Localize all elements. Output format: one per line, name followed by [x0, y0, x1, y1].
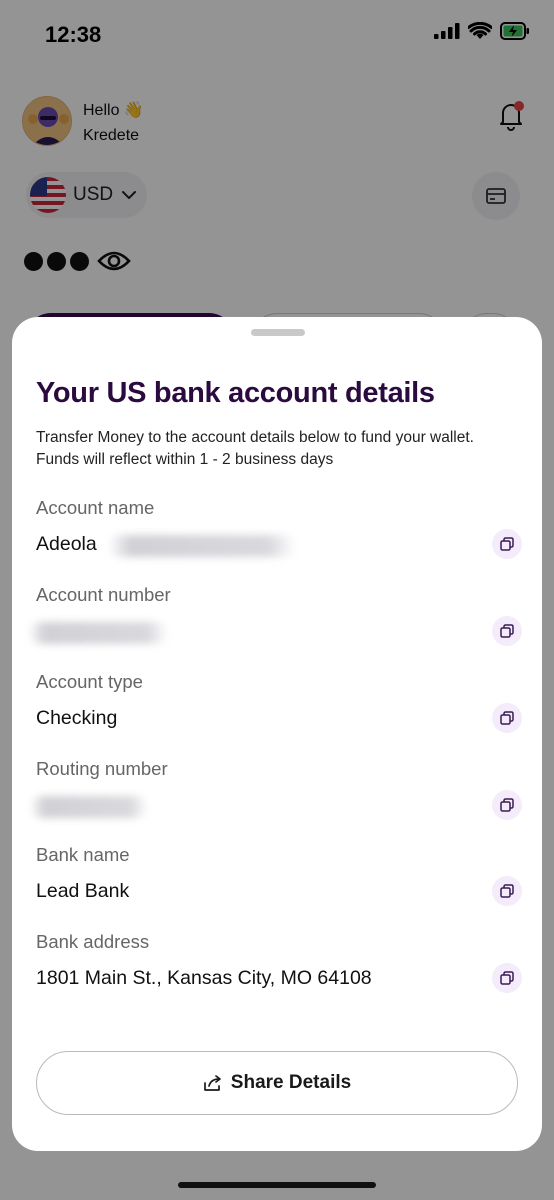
redacted-text — [108, 535, 296, 557]
copy-button[interactable] — [492, 963, 522, 993]
field-value: Checking — [36, 707, 118, 729]
copy-icon — [500, 884, 514, 898]
field-label: Bank name — [36, 844, 130, 865]
sheet-grabber[interactable] — [251, 329, 305, 336]
home-indicator[interactable] — [178, 1182, 376, 1188]
copy-icon — [500, 711, 514, 725]
share-details-button[interactable]: Share Details — [36, 1051, 518, 1115]
field-account-name: Account name Adeola — [36, 497, 522, 577]
sheet-title: Your US bank account details — [36, 377, 435, 409]
copy-icon — [500, 624, 514, 638]
copy-icon — [500, 971, 514, 985]
bank-details-sheet: Your US bank account details Transfer Mo… — [12, 317, 542, 1151]
redacted-text — [30, 796, 148, 818]
copy-button[interactable] — [492, 790, 522, 820]
share-icon — [203, 1075, 221, 1091]
copy-icon — [500, 798, 514, 812]
field-bank-address: Bank address 1801 Main St., Kansas City,… — [36, 931, 522, 1011]
field-label: Account name — [36, 497, 155, 518]
share-details-label: Share Details — [230, 1072, 352, 1093]
copy-button[interactable] — [492, 703, 522, 733]
field-bank-name: Bank name Lead Bank — [36, 844, 522, 924]
sheet-description: Transfer Money to the account details be… — [36, 429, 474, 468]
field-label: Account number — [36, 584, 171, 605]
redacted-text — [28, 622, 168, 644]
field-routing-number: Routing number — [30, 758, 522, 838]
field-label: Routing number — [36, 758, 168, 779]
field-value: Lead Bank — [36, 880, 130, 902]
copy-button[interactable] — [492, 876, 522, 906]
field-value: 1801 Main St., Kansas City, MO 64108 — [36, 967, 372, 989]
field-account-type: Account type Checking — [36, 671, 522, 751]
field-label: Bank address — [36, 931, 150, 952]
field-value: Adeola — [36, 533, 97, 555]
copy-icon — [500, 537, 514, 551]
field-label: Account type — [36, 671, 143, 692]
field-account-number: Account number — [28, 584, 522, 664]
copy-button[interactable] — [492, 616, 522, 646]
copy-button[interactable] — [492, 529, 522, 559]
